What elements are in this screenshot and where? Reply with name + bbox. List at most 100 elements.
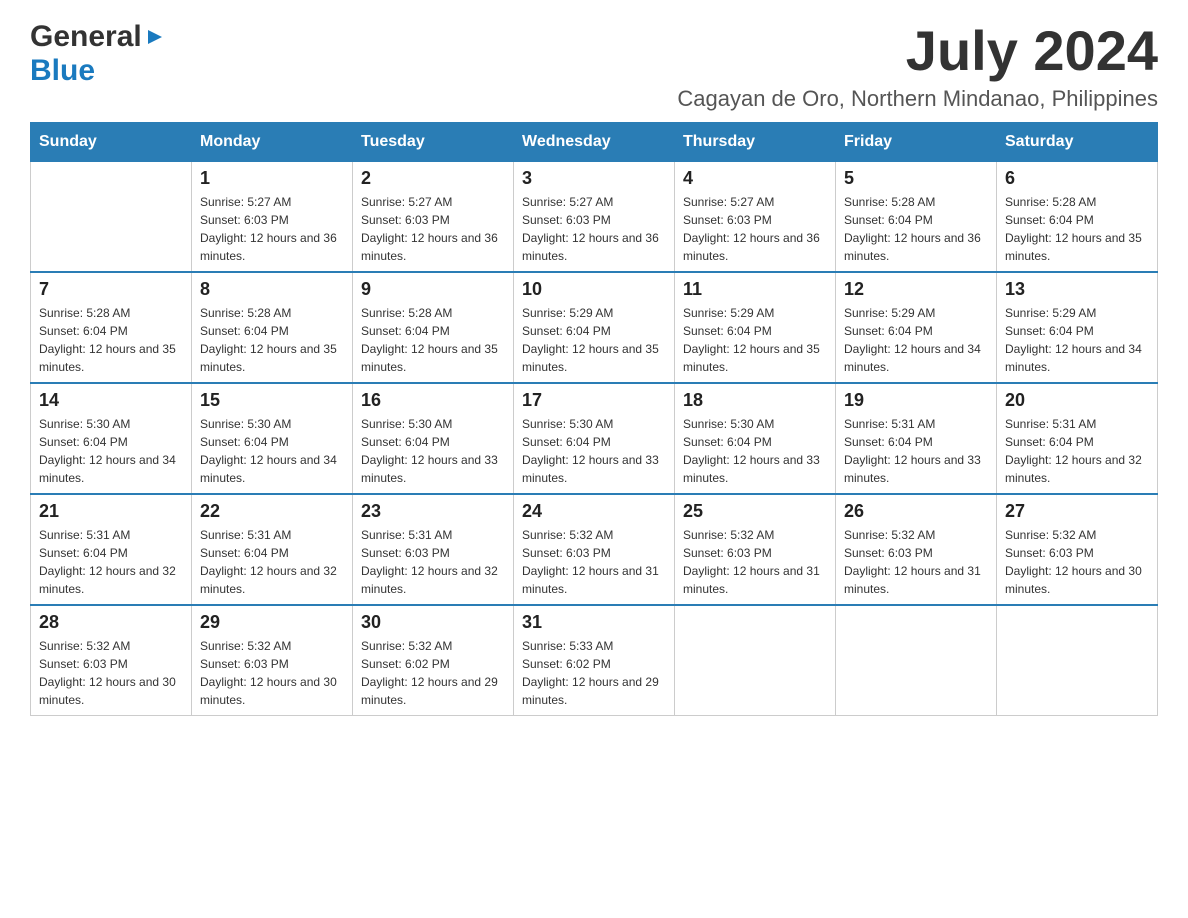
day-info: Sunrise: 5:30 AM Sunset: 6:04 PM Dayligh… <box>361 415 505 487</box>
calendar-week-row: 28 Sunrise: 5:32 AM Sunset: 6:03 PM Dayli… <box>31 605 1158 716</box>
day-number: 14 <box>39 390 183 411</box>
table-row: 3Sunrise: 5:27 AM Sunset: 6:03 PM Daylig… <box>514 161 675 272</box>
day-info: Sunrise: 5:30 AM Sunset: 6:04 PM Dayligh… <box>522 415 666 487</box>
calendar-week-row: 7 Sunrise: 5:28 AM Sunset: 6:04 PM Daylig… <box>31 272 1158 383</box>
month-title: July 2024 <box>677 20 1158 82</box>
day-number: 21 <box>39 501 183 522</box>
table-row: 10 Sunrise: 5:29 AM Sunset: 6:04 PM Dayli… <box>514 272 675 383</box>
table-row: 16Sunrise: 5:30 AM Sunset: 6:04 PM Dayli… <box>353 383 514 494</box>
table-row: 14 Sunrise: 5:30 AM Sunset: 6:04 PM Dayli… <box>31 383 192 494</box>
day-info: Sunrise: 5:28 AM Sunset: 6:04 PM Dayligh… <box>200 304 344 376</box>
col-monday: Monday <box>192 122 353 161</box>
col-saturday: Saturday <box>997 122 1158 161</box>
day-number: 5 <box>844 168 988 189</box>
table-row: 23Sunrise: 5:31 AM Sunset: 6:03 PM Dayli… <box>353 494 514 605</box>
col-tuesday: Tuesday <box>353 122 514 161</box>
day-number: 30 <box>361 612 505 633</box>
day-number: 11 <box>683 279 827 300</box>
col-friday: Friday <box>836 122 997 161</box>
day-info: Sunrise: 5:30 AM Sunset: 6:04 PM Dayligh… <box>200 415 344 487</box>
day-number: 1 <box>200 168 344 189</box>
day-number: 7 <box>39 279 183 300</box>
table-row: 5 Sunrise: 5:28 AM Sunset: 6:04 PM Daylig… <box>836 161 997 272</box>
day-info: Sunrise: 5:29 AM Sunset: 6:04 PM Dayligh… <box>522 304 666 376</box>
table-row: 13Sunrise: 5:29 AM Sunset: 6:04 PM Dayli… <box>997 272 1158 383</box>
table-row <box>675 605 836 716</box>
calendar-header-row: Sunday Monday Tuesday Wednesday Thursday… <box>31 122 1158 161</box>
day-info: Sunrise: 5:33 AM Sunset: 6:02 PM Dayligh… <box>522 637 666 709</box>
day-info: Sunrise: 5:30 AM Sunset: 6:04 PM Dayligh… <box>39 415 183 487</box>
day-info: Sunrise: 5:32 AM Sunset: 6:03 PM Dayligh… <box>200 637 344 709</box>
day-info: Sunrise: 5:32 AM Sunset: 6:03 PM Dayligh… <box>1005 526 1149 598</box>
title-section: July 2024 Cagayan de Oro, Northern Minda… <box>677 20 1158 112</box>
table-row: 25Sunrise: 5:32 AM Sunset: 6:03 PM Dayli… <box>675 494 836 605</box>
col-thursday: Thursday <box>675 122 836 161</box>
day-number: 9 <box>361 279 505 300</box>
day-info: Sunrise: 5:29 AM Sunset: 6:04 PM Dayligh… <box>683 304 827 376</box>
day-number: 4 <box>683 168 827 189</box>
logo-triangle-icon <box>144 26 166 48</box>
table-row: 18Sunrise: 5:30 AM Sunset: 6:04 PM Dayli… <box>675 383 836 494</box>
table-row: 22 Sunrise: 5:31 AM Sunset: 6:04 PM Dayli… <box>192 494 353 605</box>
location-subtitle: Cagayan de Oro, Northern Mindanao, Phili… <box>677 86 1158 112</box>
logo: General Blue <box>30 20 166 88</box>
day-number: 20 <box>1005 390 1149 411</box>
table-row: 26Sunrise: 5:32 AM Sunset: 6:03 PM Dayli… <box>836 494 997 605</box>
day-info: Sunrise: 5:27 AM Sunset: 6:03 PM Dayligh… <box>683 193 827 265</box>
day-number: 28 <box>39 612 183 633</box>
day-info: Sunrise: 5:29 AM Sunset: 6:04 PM Dayligh… <box>844 304 988 376</box>
day-number: 27 <box>1005 501 1149 522</box>
day-info: Sunrise: 5:27 AM Sunset: 6:03 PM Dayligh… <box>522 193 666 265</box>
table-row: 27 Sunrise: 5:32 AM Sunset: 6:03 PM Dayli… <box>997 494 1158 605</box>
page-header: General Blue July 2024 Cagayan de Oro, N… <box>30 20 1158 112</box>
table-row <box>997 605 1158 716</box>
day-info: Sunrise: 5:32 AM Sunset: 6:03 PM Dayligh… <box>844 526 988 598</box>
day-number: 6 <box>1005 168 1149 189</box>
day-info: Sunrise: 5:32 AM Sunset: 6:03 PM Dayligh… <box>522 526 666 598</box>
table-row: 30 Sunrise: 5:32 AM Sunset: 6:02 PM Dayli… <box>353 605 514 716</box>
day-number: 15 <box>200 390 344 411</box>
day-number: 19 <box>844 390 988 411</box>
day-number: 18 <box>683 390 827 411</box>
table-row: 2Sunrise: 5:27 AM Sunset: 6:03 PM Daylig… <box>353 161 514 272</box>
table-row: 8 Sunrise: 5:28 AM Sunset: 6:04 PM Daylig… <box>192 272 353 383</box>
table-row: 12 Sunrise: 5:29 AM Sunset: 6:04 PM Dayli… <box>836 272 997 383</box>
day-number: 23 <box>361 501 505 522</box>
day-info: Sunrise: 5:28 AM Sunset: 6:04 PM Dayligh… <box>361 304 505 376</box>
table-row: 31 Sunrise: 5:33 AM Sunset: 6:02 PM Dayli… <box>514 605 675 716</box>
day-number: 12 <box>844 279 988 300</box>
table-row: 11 Sunrise: 5:29 AM Sunset: 6:04 PM Dayli… <box>675 272 836 383</box>
table-row: 7 Sunrise: 5:28 AM Sunset: 6:04 PM Daylig… <box>31 272 192 383</box>
col-wednesday: Wednesday <box>514 122 675 161</box>
day-info: Sunrise: 5:32 AM Sunset: 6:02 PM Dayligh… <box>361 637 505 709</box>
logo-blue-text: Blue <box>30 54 95 88</box>
table-row: 21 Sunrise: 5:31 AM Sunset: 6:04 PM Dayli… <box>31 494 192 605</box>
logo-general-text: General <box>30 20 142 54</box>
table-row: 15 Sunrise: 5:30 AM Sunset: 6:04 PM Dayli… <box>192 383 353 494</box>
day-info: Sunrise: 5:31 AM Sunset: 6:04 PM Dayligh… <box>39 526 183 598</box>
table-row: 29 Sunrise: 5:32 AM Sunset: 6:03 PM Dayli… <box>192 605 353 716</box>
table-row <box>31 161 192 272</box>
day-number: 31 <box>522 612 666 633</box>
day-info: Sunrise: 5:31 AM Sunset: 6:04 PM Dayligh… <box>200 526 344 598</box>
day-number: 10 <box>522 279 666 300</box>
calendar-week-row: 21 Sunrise: 5:31 AM Sunset: 6:04 PM Dayli… <box>31 494 1158 605</box>
col-sunday: Sunday <box>31 122 192 161</box>
table-row: 1 Sunrise: 5:27 AM Sunset: 6:03 PM Daylig… <box>192 161 353 272</box>
day-number: 22 <box>200 501 344 522</box>
day-info: Sunrise: 5:28 AM Sunset: 6:04 PM Dayligh… <box>39 304 183 376</box>
table-row: 28Sunrise: 5:32 AM Sunset: 6:03 PM Dayli… <box>31 605 192 716</box>
day-number: 17 <box>522 390 666 411</box>
table-row: 17 Sunrise: 5:30 AM Sunset: 6:04 PM Dayli… <box>514 383 675 494</box>
day-number: 13 <box>1005 279 1149 300</box>
day-info: Sunrise: 5:31 AM Sunset: 6:04 PM Dayligh… <box>1005 415 1149 487</box>
day-info: Sunrise: 5:27 AM Sunset: 6:03 PM Dayligh… <box>200 193 344 265</box>
day-number: 8 <box>200 279 344 300</box>
day-number: 24 <box>522 501 666 522</box>
day-number: 29 <box>200 612 344 633</box>
calendar-table: Sunday Monday Tuesday Wednesday Thursday… <box>30 122 1158 716</box>
day-info: Sunrise: 5:32 AM Sunset: 6:03 PM Dayligh… <box>683 526 827 598</box>
table-row: 24 Sunrise: 5:32 AM Sunset: 6:03 PM Dayli… <box>514 494 675 605</box>
calendar-week-row: 1 Sunrise: 5:27 AM Sunset: 6:03 PM Daylig… <box>31 161 1158 272</box>
day-info: Sunrise: 5:28 AM Sunset: 6:04 PM Dayligh… <box>844 193 988 265</box>
